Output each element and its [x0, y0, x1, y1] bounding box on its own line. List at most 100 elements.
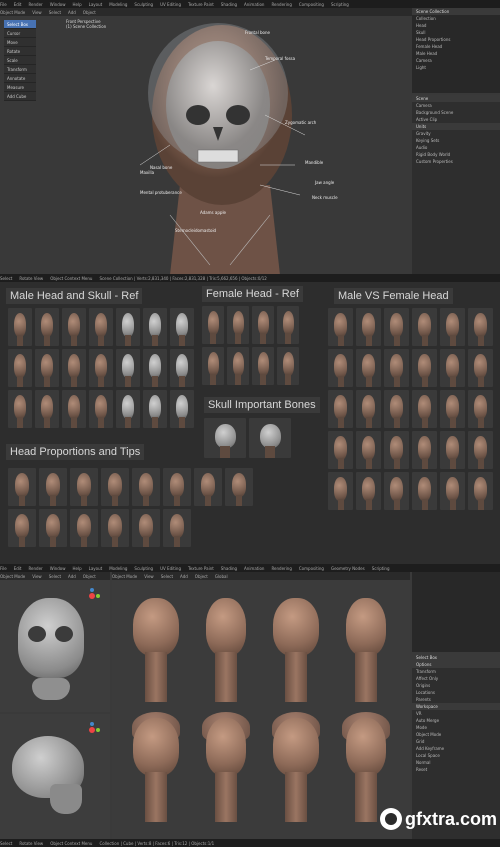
reference-thumbnail[interactable]: [116, 308, 140, 346]
prop-row-4[interactable]: Origins: [412, 682, 500, 689]
reference-thumbnail[interactable]: [39, 468, 67, 506]
prop-row-5[interactable]: Locations: [412, 689, 500, 696]
header-item-4[interactable]: Object: [195, 574, 208, 579]
prop-row-1[interactable]: Options: [412, 661, 500, 668]
status-item-3[interactable]: Scene Collection | Verts:2,831,340 | Fac…: [99, 276, 266, 281]
reference-thumbnail[interactable]: [170, 349, 194, 387]
prop-row-16[interactable]: Reset: [412, 766, 500, 773]
prop-row-4[interactable]: Head Proportions: [412, 36, 500, 43]
head-model[interactable]: [124, 712, 188, 830]
status-item-0[interactable]: Select: [0, 276, 12, 281]
reference-thumbnail[interactable]: [62, 390, 86, 428]
prop-row-0[interactable]: Scene Collection: [412, 8, 500, 15]
prop-row-6[interactable]: Keying Sets: [412, 137, 500, 144]
workspace-tab-0[interactable]: Layout: [89, 566, 103, 571]
reference-thumbnail[interactable]: [277, 306, 299, 344]
reference-thumbnail[interactable]: [384, 308, 409, 346]
head-model[interactable]: [194, 592, 258, 710]
reference-thumbnail[interactable]: [225, 468, 253, 506]
reference-thumbnail[interactable]: [356, 349, 381, 387]
reference-thumbnail[interactable]: [35, 349, 59, 387]
menu-item-1[interactable]: Edit: [14, 2, 22, 7]
tool-7[interactable]: Measure: [4, 83, 36, 92]
reference-thumbnail[interactable]: [70, 468, 98, 506]
prop-row-6[interactable]: Male Head: [412, 50, 500, 57]
prop-row-2[interactable]: Background Scene: [412, 109, 500, 116]
reference-thumbnail[interactable]: [8, 468, 36, 506]
reference-thumbnail[interactable]: [70, 509, 98, 547]
head-model[interactable]: [334, 592, 398, 710]
workspace-tab-6[interactable]: Animation: [244, 566, 264, 571]
reference-thumbnail[interactable]: [62, 308, 86, 346]
reference-thumbnail[interactable]: [89, 308, 113, 346]
workspace-tab-1[interactable]: Modeling: [109, 566, 127, 571]
tool-5[interactable]: Transform: [4, 65, 36, 74]
reference-thumbnail[interactable]: [132, 468, 160, 506]
menu-item-3[interactable]: Window: [50, 2, 66, 7]
prop-row-7[interactable]: Workspace: [412, 703, 500, 710]
prop-row-1[interactable]: Collection: [412, 15, 500, 22]
reference-thumbnail[interactable]: [252, 347, 274, 385]
menu-item-1[interactable]: Edit: [14, 566, 22, 571]
reference-thumbnail[interactable]: [384, 349, 409, 387]
reference-thumbnail[interactable]: [170, 390, 194, 428]
reference-thumbnail[interactable]: [277, 347, 299, 385]
reference-thumbnail[interactable]: [356, 308, 381, 346]
header-item-3[interactable]: Add: [180, 574, 188, 579]
tool-8[interactable]: Add Cube: [4, 92, 36, 101]
workspace-tab-2[interactable]: Sculpting: [134, 2, 153, 7]
reference-thumbnail[interactable]: [412, 308, 437, 346]
reference-thumbnail[interactable]: [468, 390, 493, 428]
reference-thumbnail[interactable]: [227, 306, 249, 344]
status-item-3[interactable]: Collection | Cube | Verts:8 | Faces:6 | …: [99, 841, 214, 846]
reference-thumbnail[interactable]: [440, 308, 465, 346]
header-item-2[interactable]: Select: [49, 10, 61, 15]
reference-thumbnail[interactable]: [384, 390, 409, 428]
reference-thumbnail[interactable]: [227, 347, 249, 385]
reference-thumbnail[interactable]: [204, 418, 246, 458]
reference-thumbnail[interactable]: [328, 472, 353, 510]
header-item-1[interactable]: View: [32, 10, 42, 15]
reference-thumbnail[interactable]: [328, 390, 353, 428]
workspace-tab-7[interactable]: Rendering: [271, 566, 291, 571]
prop-row-5[interactable]: Female Head: [412, 43, 500, 50]
reference-thumbnail[interactable]: [132, 509, 160, 547]
reference-thumbnail[interactable]: [8, 390, 32, 428]
status-item-1[interactable]: Rotate View: [19, 276, 43, 281]
workspace-tab-5[interactable]: Shading: [221, 2, 237, 7]
workspace-tab-9[interactable]: Geometry Nodes: [331, 566, 365, 571]
menu-item-3[interactable]: Window: [50, 566, 66, 571]
prop-row-15[interactable]: Normal: [412, 759, 500, 766]
reference-thumbnail[interactable]: [101, 509, 129, 547]
reference-thumbnail[interactable]: [384, 472, 409, 510]
head-sculpt-view[interactable]: [110, 15, 410, 275]
reference-thumbnail[interactable]: [440, 431, 465, 469]
reference-thumbnail[interactable]: [249, 418, 291, 458]
header-item-3[interactable]: Add: [68, 10, 76, 15]
workspace-tab-8[interactable]: Compositing: [299, 566, 324, 571]
tool-3[interactable]: Rotate: [4, 47, 36, 56]
reference-thumbnail[interactable]: [8, 349, 32, 387]
reference-thumbnail[interactable]: [384, 431, 409, 469]
header-item-1[interactable]: View: [144, 574, 154, 579]
reference-thumbnail[interactable]: [163, 468, 191, 506]
header-item-4[interactable]: Object: [83, 574, 96, 579]
prop-row-8[interactable]: Rigid Body World: [412, 151, 500, 158]
reference-thumbnail[interactable]: [468, 349, 493, 387]
prop-row-0[interactable]: Scene: [412, 95, 500, 102]
tool-4[interactable]: Scale: [4, 56, 36, 65]
workspace-tab-10[interactable]: Scripting: [372, 566, 390, 571]
header-item-0[interactable]: Object Mode: [112, 574, 137, 579]
reference-thumbnail[interactable]: [116, 390, 140, 428]
workspace-tab-3[interactable]: UV Editing: [160, 566, 181, 571]
reference-thumbnail[interactable]: [440, 349, 465, 387]
menu-item-4[interactable]: Help: [72, 2, 81, 7]
prop-row-7[interactable]: Audio: [412, 144, 500, 151]
reference-thumbnail[interactable]: [116, 349, 140, 387]
workspace-tab-2[interactable]: Sculpting: [134, 566, 153, 571]
status-item-0[interactable]: Select: [0, 841, 12, 846]
reference-thumbnail[interactable]: [356, 390, 381, 428]
head-model[interactable]: [124, 592, 188, 710]
reference-thumbnail[interactable]: [39, 509, 67, 547]
header-item-0[interactable]: Object Mode: [0, 10, 25, 15]
